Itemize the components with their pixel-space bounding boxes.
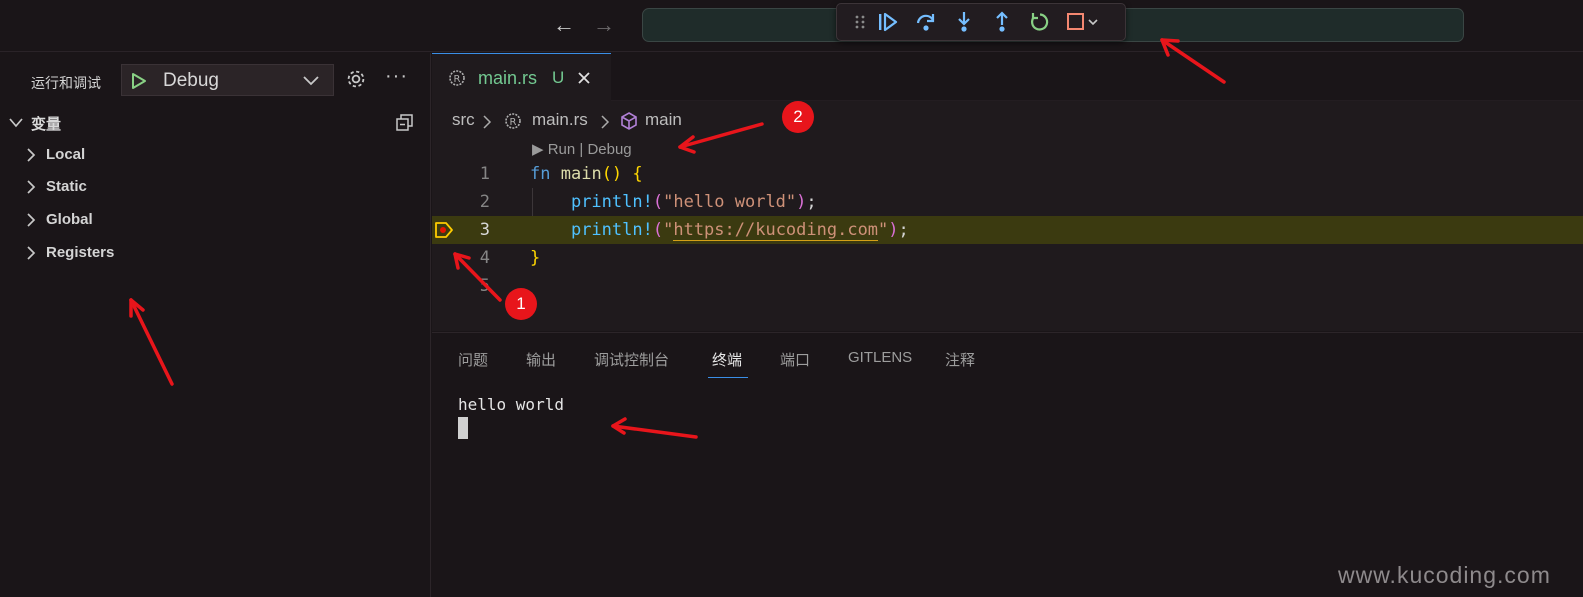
- variable-scope-global[interactable]: Global: [0, 207, 431, 233]
- code-line[interactable]: 4 }: [432, 244, 1583, 272]
- debug-sidebar: 运行和调试 Debug ··· 变量 Local Static Global R…: [0, 53, 431, 597]
- function-symbol-icon: [621, 112, 637, 130]
- back-arrow-icon[interactable]: ←: [553, 12, 575, 38]
- rust-file-icon: R: [505, 113, 521, 129]
- gear-icon[interactable]: [345, 68, 367, 90]
- codelens-run-debug[interactable]: ▶ Run | Debug: [532, 140, 632, 158]
- panel-tab-problems[interactable]: 问题: [458, 349, 488, 370]
- watermark: www.kucoding.com: [1338, 562, 1551, 588]
- chevron-down-icon: [303, 76, 319, 86]
- sidebar-header: 运行和调试 Debug ···: [0, 63, 431, 97]
- launch-config-select[interactable]: Debug: [121, 64, 334, 96]
- panel-tab-comments[interactable]: 注释: [945, 349, 975, 370]
- stop-icon[interactable]: [1059, 7, 1105, 37]
- line-number: 5: [479, 276, 490, 296]
- breadcrumb-item[interactable]: main: [645, 110, 682, 130]
- variable-scope-label: Global: [46, 211, 93, 228]
- sidebar-title: 运行和调试: [31, 75, 101, 91]
- step-out-icon[interactable]: [983, 7, 1021, 37]
- start-debugging-icon[interactable]: [130, 72, 148, 90]
- line-number: 2: [479, 192, 490, 212]
- continue-icon[interactable]: [869, 7, 907, 37]
- code-token: (: [652, 220, 664, 240]
- tab-main-rs[interactable]: R main.rs U: [432, 53, 611, 101]
- code-token: ): [888, 220, 899, 240]
- step-over-icon[interactable]: [907, 7, 945, 37]
- launch-config-label: Debug: [163, 70, 219, 91]
- code-link[interactable]: https://kucoding.com: [673, 220, 879, 241]
- title-bar: ← →: [0, 0, 1583, 52]
- code-token: (): [601, 164, 623, 184]
- code-token: }: [530, 248, 541, 268]
- line-number: 3: [479, 220, 490, 240]
- code-token: (: [652, 192, 664, 212]
- terminal-output: hello world: [458, 395, 564, 414]
- code-line-current[interactable]: 3 println!("https://kucoding.com");: [432, 216, 1583, 244]
- rust-file-icon: R: [449, 70, 465, 86]
- code-token: ": [663, 220, 674, 240]
- code-token: fn: [530, 164, 551, 184]
- code-line[interactable]: 5: [432, 272, 1583, 300]
- close-icon[interactable]: [577, 71, 591, 85]
- svg-text:R: R: [510, 117, 517, 128]
- chevron-right-icon: [483, 115, 492, 129]
- panel-tab-ports[interactable]: 端口: [780, 349, 810, 370]
- bottom-panel: 问题 输出 调试控制台 终端 端口 GITLENS 注释 hello world: [432, 332, 1583, 597]
- annotation-badge-1: 1: [505, 288, 537, 320]
- line-number: 1: [479, 164, 490, 184]
- untracked-badge: U: [552, 68, 565, 87]
- variables-section-header[interactable]: 变量: [0, 110, 431, 136]
- variable-scope-registers[interactable]: Registers: [0, 240, 431, 266]
- variable-scope-label: Local: [46, 146, 86, 163]
- code-token: "hello world": [663, 192, 797, 212]
- debug-toolbar: [836, 3, 1126, 41]
- chevron-down-icon: [9, 118, 23, 128]
- breadcrumb-item[interactable]: main.rs: [532, 110, 588, 130]
- step-into-icon[interactable]: [945, 7, 983, 37]
- code-token: ;: [898, 220, 909, 240]
- code-token: ;: [806, 192, 817, 212]
- code-line[interactable]: 1 fn main() {: [432, 160, 1583, 188]
- active-tab-indicator: [708, 377, 748, 378]
- tab-label: main.rs: [478, 68, 538, 88]
- breadcrumb-item[interactable]: src: [452, 110, 475, 130]
- code-token: ): [796, 192, 807, 212]
- drag-handle-icon[interactable]: [851, 7, 869, 37]
- panel-tab-terminal[interactable]: 终端: [712, 349, 742, 370]
- code-line[interactable]: 2 println!("hello world");: [432, 188, 1583, 216]
- panel-tab-debug-console[interactable]: 调试控制台: [594, 349, 669, 370]
- code-token: ": [878, 220, 889, 240]
- code-token: println!: [570, 220, 653, 240]
- code-token: println!: [570, 192, 653, 212]
- variable-scope-label: Registers: [46, 244, 115, 261]
- variables-section-title: 变量: [31, 116, 62, 133]
- chevron-right-icon: [27, 148, 36, 162]
- variable-scope-label: Static: [46, 178, 87, 195]
- svg-text:R: R: [454, 74, 461, 85]
- code-token: main: [560, 164, 602, 184]
- terminal-cursor: [458, 417, 468, 439]
- chevron-right-icon: [601, 115, 610, 129]
- panel-tab-output[interactable]: 输出: [526, 349, 556, 370]
- line-number: 4: [479, 248, 490, 268]
- collapse-all-icon[interactable]: [395, 113, 415, 133]
- forward-arrow-icon[interactable]: →: [593, 12, 615, 38]
- annotation-badge-2: 2: [782, 101, 814, 133]
- chevron-right-icon: [27, 213, 36, 227]
- variable-scope-static[interactable]: Static: [0, 174, 431, 200]
- more-actions-icon[interactable]: ···: [385, 65, 408, 88]
- restart-icon[interactable]: [1021, 7, 1059, 37]
- chevron-right-icon: [27, 180, 36, 194]
- editor-tab-bar: R main.rs U: [432, 53, 1583, 101]
- variable-scope-local[interactable]: Local: [0, 142, 431, 168]
- panel-tab-gitlens[interactable]: GITLENS: [848, 349, 912, 366]
- code-token: {: [632, 164, 643, 184]
- chevron-right-icon: [27, 246, 36, 260]
